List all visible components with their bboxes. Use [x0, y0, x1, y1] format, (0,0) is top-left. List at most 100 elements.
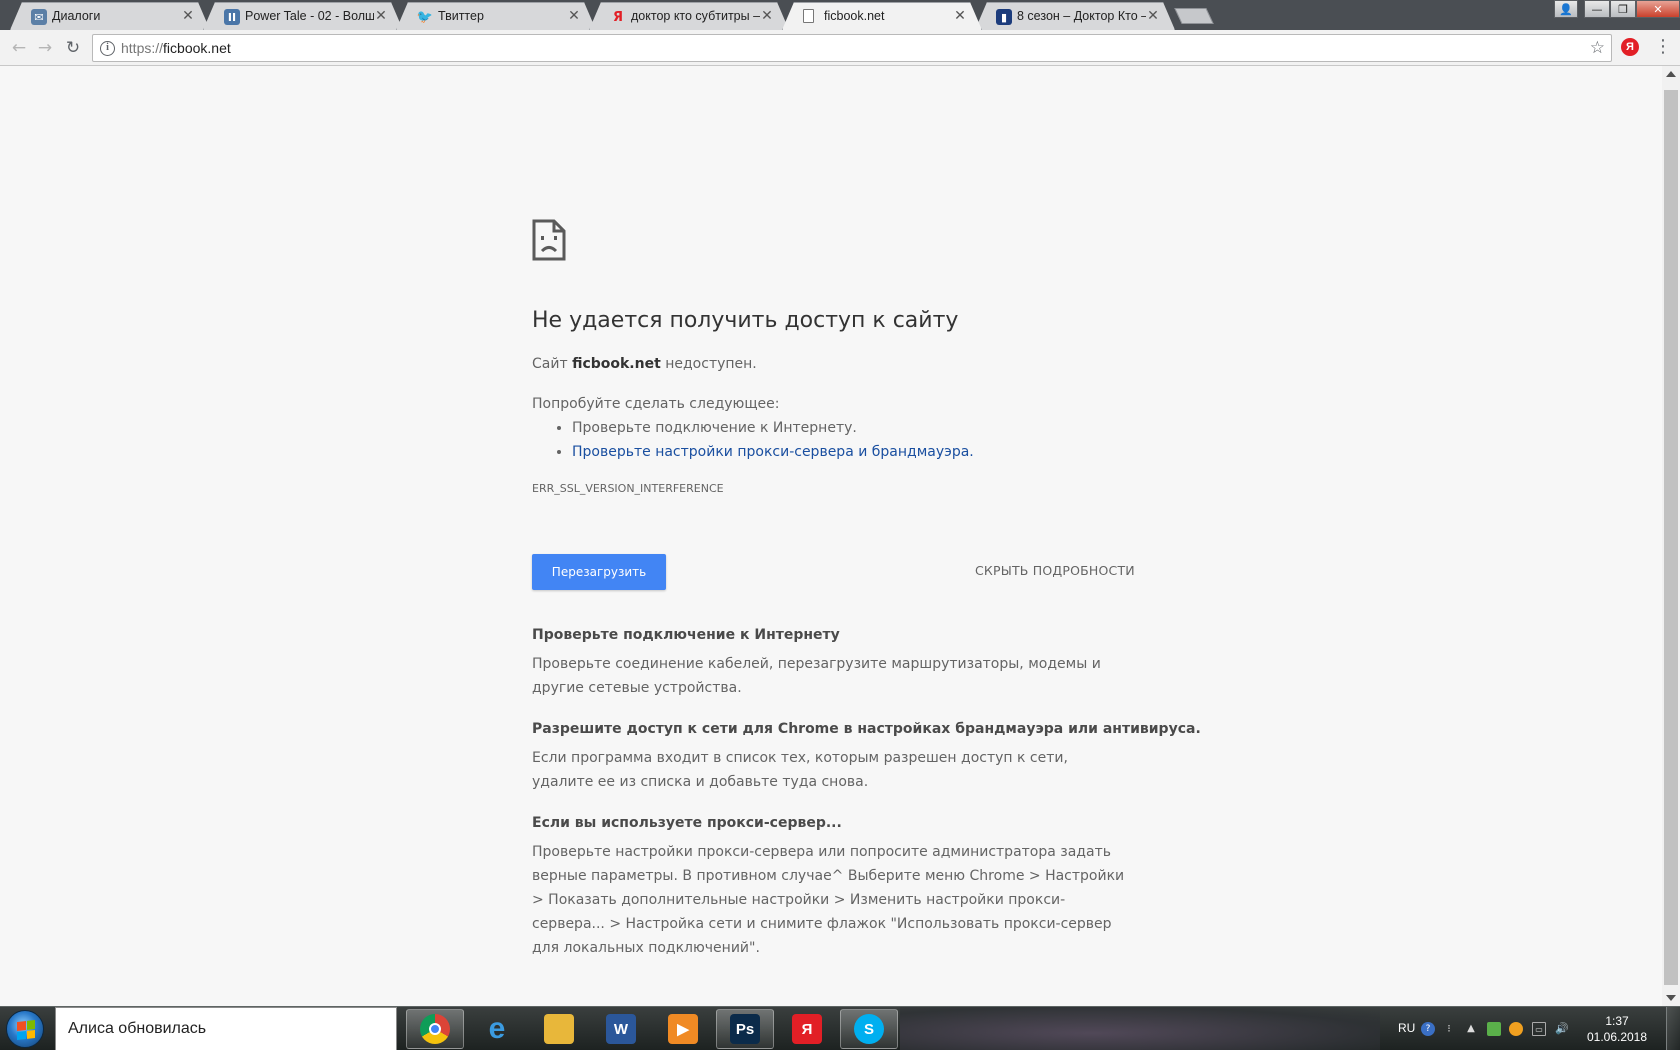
yandex-browser-taskbar-icon: Я	[792, 1014, 822, 1044]
tab-title: Твиттер	[438, 9, 484, 23]
back-arrow-icon[interactable]: ←	[8, 37, 30, 59]
url-scheme: https://	[121, 40, 164, 56]
profile-icon[interactable]: 👤	[1554, 0, 1578, 18]
browser-tab[interactable]: ▮ 8 сезон – Доктор Кто – К ✕	[975, 2, 1175, 30]
alice-search-box[interactable]: Алиса обновилась	[55, 1007, 397, 1050]
close-tab-icon[interactable]: ✕	[953, 8, 967, 24]
details-text: Если программа входит в список тех, кото…	[532, 750, 1068, 790]
new-tab-button[interactable]	[1174, 8, 1214, 24]
reload-icon[interactable]: ↻	[62, 37, 84, 59]
tab-title: доктор кто субтитры —	[631, 9, 760, 23]
suggestion-check-proxy: Проверьте настройки прокси-сервера и бра…	[572, 440, 974, 464]
windows-logo-icon	[17, 1020, 35, 1040]
twitter-bird-icon: 🐦	[416, 9, 434, 25]
address-url[interactable]: https://ficbook.net	[121, 40, 231, 56]
page-icon	[803, 9, 814, 23]
close-tab-icon[interactable]: ✕	[1146, 8, 1160, 24]
scroll-down-arrow-icon[interactable]	[1666, 995, 1676, 1001]
update-tray-icon[interactable]	[1509, 1022, 1523, 1036]
vertical-scrollbar[interactable]	[1662, 66, 1680, 1006]
bookmark-star-icon[interactable]: ☆	[1590, 38, 1605, 58]
browser-tab[interactable]: 🐦 Твиттер ✕	[396, 2, 596, 30]
language-indicator[interactable]: RU	[1398, 1021, 1415, 1035]
close-tab-icon[interactable]: ✕	[567, 8, 581, 24]
internet-explorer-taskbar-icon: e	[488, 1012, 506, 1045]
yandex-extension-icon[interactable]: Я	[1621, 38, 1639, 56]
site-prefix: Сайт	[532, 356, 568, 372]
chrome-menu-icon[interactable]: ⋮	[1654, 36, 1672, 58]
address-bar[interactable]: i https://ficbook.net ☆	[92, 34, 1612, 62]
clock-time: 1:37	[1605, 1014, 1629, 1028]
word-taskbar-button[interactable]: W	[592, 1009, 650, 1049]
sad-page-icon	[532, 219, 566, 261]
media-player-taskbar-icon: ▶	[668, 1014, 698, 1044]
tab-strip: ✉ Диалоги ✕ II Power Tale - 02 - Волшеб ✕ 🐦 Тви…	[0, 0, 1680, 30]
app-tray-icon[interactable]	[1487, 1022, 1501, 1036]
file-explorer-taskbar-icon	[544, 1014, 574, 1044]
yandex-icon: Я	[612, 9, 623, 25]
tardis-icon: ▮	[996, 9, 1012, 25]
forward-arrow-icon[interactable]: →	[34, 37, 56, 59]
media-player-taskbar-button[interactable]: ▶	[654, 1009, 712, 1049]
details-text: Проверьте настройки прокси-сервера или п…	[532, 844, 1125, 956]
tab-title: Диалоги	[52, 9, 101, 23]
check-proxy-link[interactable]: Проверьте настройки прокси-сервера и бра…	[572, 444, 974, 460]
info-icon[interactable]: i	[100, 41, 115, 56]
skype-taskbar-icon: S	[854, 1014, 884, 1044]
start-button[interactable]	[6, 1010, 44, 1048]
error-code: ERR_SSL_VERSION_INTERFERENCE	[532, 482, 724, 495]
alice-status-text: Алиса обновилась	[68, 1020, 207, 1037]
minimize-button[interactable]: —	[1584, 0, 1610, 18]
volume-speaker-icon[interactable]: 🔊	[1555, 1022, 1569, 1036]
close-tab-icon[interactable]: ✕	[181, 8, 195, 24]
browser-tab[interactable]: Ядоктор кто субтитры — ✕	[589, 2, 789, 30]
details-heading: Если вы используете прокси-сервер...	[532, 815, 842, 831]
tab-title: Power Tale - 02 - Волшеб	[245, 9, 366, 23]
system-clock[interactable]: 1:37 01.06.2018	[1582, 1013, 1652, 1045]
file-explorer-taskbar-button[interactable]	[530, 1009, 588, 1049]
site-host: ficbook.net	[572, 356, 661, 372]
scroll-up-arrow-icon[interactable]	[1666, 71, 1676, 77]
show-hidden-icons-arrow-icon[interactable]: ▲	[1464, 1022, 1478, 1036]
details-text: Проверьте соединение кабелей, перезагруз…	[532, 656, 1101, 696]
url-host: ficbook.net	[163, 40, 231, 56]
close-tab-icon[interactable]: ✕	[760, 8, 774, 24]
pause-app-icon: II	[224, 9, 240, 25]
error-title: Не удается получить доступ к сайту	[532, 308, 959, 333]
chrome-taskbar-icon	[420, 1014, 450, 1044]
monitor-tray-icon[interactable]: ▭	[1532, 1022, 1546, 1036]
help-tray-icon[interactable]: ?	[1421, 1022, 1435, 1036]
scroll-thumb[interactable]	[1664, 90, 1678, 985]
show-desktop-button[interactable]	[1666, 1007, 1680, 1050]
browser-tab[interactable]: ficbook.net ✕	[782, 2, 982, 30]
browser-tab[interactable]: ✉ Диалоги ✕	[10, 2, 210, 30]
tab-title: 8 сезон – Доктор Кто – К	[1017, 9, 1146, 23]
suggestions-list: Проверьте подключение к Интернету. Прове…	[572, 416, 974, 464]
tab-title: ficbook.net	[824, 9, 885, 23]
vk-messages-icon: ✉	[31, 9, 47, 25]
reload-button[interactable]: Перезагрузить	[532, 554, 666, 590]
internet-explorer-taskbar-button[interactable]: e	[468, 1009, 526, 1049]
try-label: Попробуйте сделать следующее:	[532, 396, 780, 412]
maximize-button[interactable]: ❐	[1610, 0, 1636, 18]
close-tab-icon[interactable]: ✕	[374, 8, 388, 24]
close-window-button[interactable]: ✕	[1636, 0, 1680, 18]
browser-toolbar: ← → ↻ i https://ficbook.net ☆ Я ⋮	[0, 30, 1680, 66]
photoshop-taskbar-icon: Ps	[730, 1014, 760, 1044]
yandex-browser-taskbar-button[interactable]: Я	[778, 1009, 836, 1049]
details-heading: Разрешите доступ к сети для Chrome в нас…	[532, 721, 1201, 737]
windows-taskbar: Алиса обновилась e W ▶ Ps Я S RU ? ⁝ ▲ ▭ 🔊 1:…	[0, 1006, 1680, 1050]
clock-date: 01.06.2018	[1586, 1030, 1648, 1044]
details-heading: Проверьте подключение к Интернету	[532, 627, 840, 643]
chrome-taskbar-button[interactable]	[406, 1009, 464, 1049]
photoshop-taskbar-button[interactable]: Ps	[716, 1009, 774, 1049]
window-controls: 👤 — ❐ ✕	[1554, 0, 1680, 18]
browser-tab[interactable]: II Power Tale - 02 - Волшеб ✕	[203, 2, 403, 30]
site-unreachable-line: Сайт ficbook.net недоступен.	[532, 354, 757, 374]
hide-details-button[interactable]: СКРЫТЬ ПОДРОБНОСТИ	[975, 563, 1135, 578]
suggestion-check-connection: Проверьте подключение к Интернету.	[572, 416, 974, 440]
page-content: Не удается получить доступ к сайту Сайт …	[0, 66, 1662, 1006]
site-suffix: недоступен.	[665, 356, 757, 372]
network-tray-icon[interactable]: ⁝	[1442, 1022, 1456, 1036]
skype-taskbar-button[interactable]: S	[840, 1009, 898, 1049]
